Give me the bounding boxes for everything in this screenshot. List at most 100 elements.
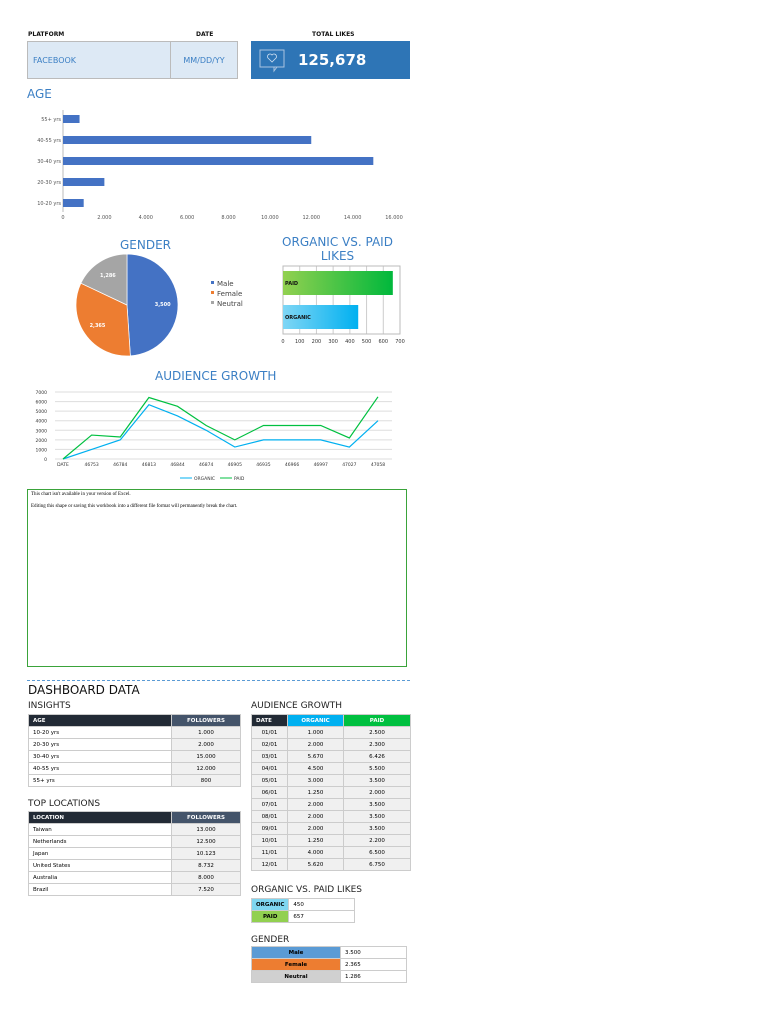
table-cell: 09/01 bbox=[251, 822, 288, 835]
growth-table-title: AUDIENCE GROWTH bbox=[251, 701, 343, 711]
legend-swatch bbox=[211, 281, 214, 284]
dashboard-title: DASHBOARD DATA bbox=[28, 683, 140, 697]
table-cell: 30-40 yrs bbox=[28, 750, 172, 763]
table-cell: 2.000 bbox=[287, 810, 344, 823]
x-tick-label: 47027 bbox=[342, 462, 356, 468]
table-cell: 55+ yrs bbox=[28, 774, 172, 787]
table-row: 09/01 2.000 3.500 bbox=[251, 822, 411, 835]
legend-label: PAID bbox=[234, 476, 245, 482]
platform-field[interactable]: FACEBOOK bbox=[27, 41, 171, 79]
y-tick-label: 2000 bbox=[36, 438, 48, 444]
x-tick-label: 10.000 bbox=[261, 215, 279, 221]
x-tick-label: 46935 bbox=[256, 462, 270, 468]
y-tick-label: 7000 bbox=[36, 390, 48, 396]
top-locations-table: LOCATION FOLLOWERS Taiwan 13.000 Netherlands… bbox=[28, 811, 241, 896]
x-tick-label: 0 bbox=[61, 215, 64, 221]
x-tick-label: DATE bbox=[57, 462, 69, 468]
x-tick-label: 16.000 bbox=[385, 215, 403, 221]
table-cell: 5.670 bbox=[287, 750, 344, 763]
x-tick-label: 46997 bbox=[314, 462, 328, 468]
table-row: 12/01 5.620 6.750 bbox=[251, 858, 411, 871]
table-row: Netherlands 12.500 bbox=[28, 835, 241, 848]
legend-label: Female bbox=[217, 290, 242, 298]
table-cell: 02/01 bbox=[251, 738, 288, 751]
table-row: PAID 657 bbox=[250, 910, 356, 923]
organic-paid-table: ORGANIC 450 PAID 657 bbox=[250, 898, 356, 923]
table-row: 08/01 2.000 3.500 bbox=[251, 810, 411, 823]
x-tick-label: 46874 bbox=[199, 462, 213, 468]
age-tick-label: 30-40 yrs bbox=[37, 159, 61, 165]
table-cell: 8.732 bbox=[171, 859, 241, 872]
ovp-table-title: ORGANIC VS. PAID LIKES bbox=[251, 885, 363, 895]
table-cell: 2.200 bbox=[343, 834, 411, 847]
table-cell: 4.000 bbox=[287, 846, 344, 859]
x-tick-label: 6.000 bbox=[180, 215, 194, 221]
table-cell: 5.500 bbox=[343, 762, 411, 775]
total-likes-label: TOTAL LIKES bbox=[312, 31, 355, 38]
series-line-organic bbox=[62, 404, 379, 460]
table-cell: 3.500 bbox=[343, 810, 411, 823]
table-cell: Neutral bbox=[251, 970, 341, 983]
gender-table-title: GENDER bbox=[251, 935, 290, 945]
table-row: 06/01 1.250 2.000 bbox=[251, 786, 411, 799]
table-cell: 08/01 bbox=[251, 810, 288, 823]
y-tick-label: 5000 bbox=[36, 409, 48, 415]
table-row: 10-20 yrs 1.000 bbox=[28, 726, 241, 739]
legend-label: Neutral bbox=[217, 300, 243, 308]
table-cell: 2.000 bbox=[287, 798, 344, 811]
table-cell: 12.000 bbox=[171, 762, 241, 775]
table-cell: 2.300 bbox=[343, 738, 411, 751]
x-tick-label: 46753 bbox=[84, 462, 98, 468]
table-cell: 07/01 bbox=[251, 798, 288, 811]
table-row: 40-55 yrs 12.000 bbox=[28, 762, 241, 775]
x-tick-label: 4.000 bbox=[139, 215, 153, 221]
table-row: Taiwan 13.000 bbox=[28, 823, 241, 836]
x-tick-label: 14.000 bbox=[344, 215, 362, 221]
table-cell: 2.500 bbox=[343, 726, 411, 739]
age-bar bbox=[63, 136, 312, 144]
table-row: Male 3.500 bbox=[251, 946, 407, 959]
audience-growth-title: AUDIENCE GROWTH bbox=[155, 369, 277, 383]
table-row: 07/01 2.000 3.500 bbox=[251, 798, 411, 811]
table-cell: 2.000 bbox=[287, 738, 344, 751]
x-tick-label: 300 bbox=[328, 339, 338, 345]
age-tick-label: 40-55 yrs bbox=[37, 138, 61, 144]
age-tick-label: 10-20 yrs bbox=[37, 201, 61, 207]
x-tick-label: 46784 bbox=[113, 462, 127, 468]
table-cell: 40-55 yrs bbox=[28, 762, 172, 775]
table-cell: 15.000 bbox=[171, 750, 241, 763]
table-cell: PAID bbox=[250, 910, 290, 923]
table-cell: 6.426 bbox=[343, 750, 411, 763]
table-cell: 1.250 bbox=[287, 786, 344, 799]
unavailable-chart-placeholder[interactable]: This chart isn't available in your versi… bbox=[27, 489, 407, 667]
x-tick-label: 46844 bbox=[170, 462, 184, 468]
table-cell: 4.500 bbox=[287, 762, 344, 775]
table-row: 03/01 5.670 6.426 bbox=[251, 750, 411, 763]
x-tick-label: 8.000 bbox=[221, 215, 235, 221]
heart-comment-icon bbox=[259, 49, 285, 73]
table-cell: ORGANIC bbox=[250, 898, 290, 911]
table-cell: Female bbox=[251, 958, 341, 971]
total-likes-value: 125,678 bbox=[298, 51, 367, 69]
bar-label: ORGANIC bbox=[285, 315, 311, 321]
date-field[interactable]: MM/DD/YY bbox=[170, 41, 238, 79]
table-cell: 2.000 bbox=[171, 738, 241, 751]
date-label: DATE bbox=[196, 31, 214, 38]
column-header: PAID bbox=[343, 714, 411, 727]
table-cell: 657 bbox=[288, 910, 356, 923]
top-locations-title: TOP LOCATIONS bbox=[28, 799, 101, 809]
table-row: 02/01 2.000 2.300 bbox=[251, 738, 411, 751]
table-cell: 3.500 bbox=[343, 822, 411, 835]
y-tick-label: 3000 bbox=[36, 428, 48, 434]
total-likes-card: 125,678 bbox=[251, 41, 410, 79]
platform-label: PLATFORM bbox=[28, 31, 65, 38]
table-row: ORGANIC 450 bbox=[250, 898, 356, 911]
table-cell: 3.000 bbox=[287, 774, 344, 787]
y-tick-label: 0 bbox=[44, 457, 47, 463]
legend-label: ORGANIC bbox=[194, 476, 215, 482]
gender-table: Male 3.500 Female 2.365 Neutral 1.286 bbox=[251, 946, 407, 983]
y-tick-label: 4000 bbox=[36, 419, 48, 425]
age-bar bbox=[63, 157, 374, 165]
x-tick-label: 0 bbox=[281, 339, 284, 345]
y-tick-label: 6000 bbox=[36, 400, 48, 406]
